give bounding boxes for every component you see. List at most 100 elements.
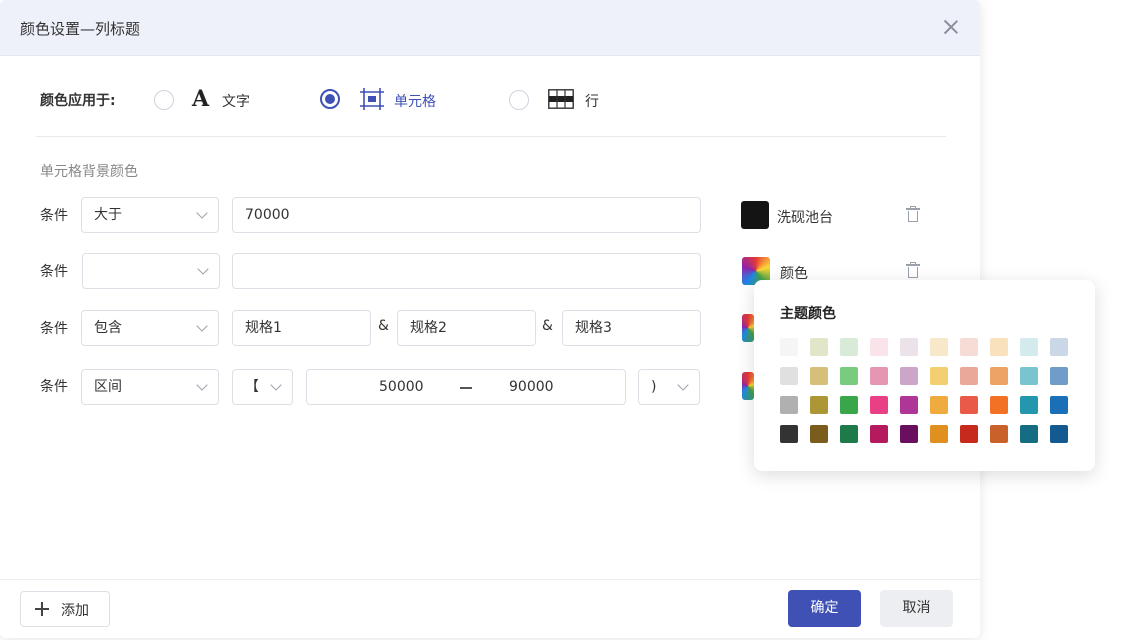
color-swatch[interactable] bbox=[930, 425, 948, 443]
condition-operator-select[interactable]: 大于 bbox=[81, 197, 219, 233]
color-swatch[interactable] bbox=[780, 396, 798, 414]
color-swatch[interactable] bbox=[870, 425, 888, 443]
color-name: 洗砚池台 bbox=[777, 210, 833, 226]
chevron-down-icon bbox=[197, 263, 209, 275]
color-swatch[interactable] bbox=[810, 367, 828, 385]
color-swatch[interactable] bbox=[960, 338, 978, 356]
radio-text[interactable] bbox=[154, 90, 174, 110]
trash-icon[interactable] bbox=[906, 206, 920, 222]
operator-value: 区间 bbox=[94, 379, 122, 395]
color-swatch[interactable] bbox=[900, 367, 918, 385]
trash-icon[interactable] bbox=[906, 262, 920, 278]
color-swatch[interactable] bbox=[870, 367, 888, 385]
cancel-button[interactable]: 取消 bbox=[880, 590, 953, 627]
range-to[interactable]: 90000 bbox=[509, 370, 554, 404]
color-swatch[interactable] bbox=[840, 367, 858, 385]
add-condition-button[interactable]: 添加 bbox=[20, 591, 110, 627]
condition-operator-select[interactable]: 包含 bbox=[81, 310, 219, 346]
theme-color-title: 主题颜色 bbox=[780, 306, 836, 322]
theme-color-popover: 主题颜色 bbox=[754, 280, 1095, 471]
chevron-down-icon bbox=[677, 379, 689, 391]
range-dash bbox=[460, 387, 472, 389]
apply-to-label: 颜色应用于: bbox=[40, 93, 116, 109]
amp-separator: & bbox=[378, 318, 389, 334]
close-icon[interactable] bbox=[940, 16, 962, 38]
rainbow-swatch-icon[interactable] bbox=[742, 372, 754, 400]
color-swatch[interactable] bbox=[1050, 425, 1068, 443]
color-swatch[interactable] bbox=[930, 338, 948, 356]
operator-value: 大于 bbox=[94, 207, 122, 223]
chevron-down-icon bbox=[196, 320, 208, 332]
operator-value: 包含 bbox=[94, 320, 122, 336]
color-swatch[interactable] bbox=[900, 338, 918, 356]
color-swatch[interactable] bbox=[930, 367, 948, 385]
color-swatch[interactable] bbox=[870, 338, 888, 356]
color-swatch[interactable] bbox=[1020, 396, 1038, 414]
color-swatch[interactable] bbox=[780, 425, 798, 443]
rainbow-swatch-icon[interactable] bbox=[742, 314, 754, 342]
color-swatch[interactable] bbox=[780, 338, 798, 356]
condition-operator-select[interactable]: 区间 bbox=[81, 369, 219, 405]
color-swatch[interactable] bbox=[810, 425, 828, 443]
option-text-label: 文字 bbox=[222, 94, 250, 110]
color-swatch[interactable] bbox=[930, 396, 948, 414]
color-swatch[interactable] bbox=[990, 338, 1008, 356]
range-from[interactable]: 50000 bbox=[379, 370, 424, 404]
color-swatch[interactable] bbox=[870, 396, 888, 414]
chevron-down-icon bbox=[196, 207, 208, 219]
dialog-header: 颜色设置—列标题 bbox=[0, 0, 980, 56]
color-swatch[interactable] bbox=[810, 338, 828, 356]
add-label: 添加 bbox=[61, 603, 89, 619]
spec-input-2[interactable]: 规格2 bbox=[397, 310, 536, 346]
radio-row[interactable] bbox=[509, 90, 529, 110]
color-swatch[interactable] bbox=[840, 425, 858, 443]
dialog-title: 颜色设置—列标题 bbox=[20, 20, 141, 38]
condition-value-input[interactable]: 70000 bbox=[232, 197, 701, 233]
spec-input-3[interactable]: 规格3 bbox=[562, 310, 701, 346]
confirm-button[interactable]: 确定 bbox=[788, 590, 861, 627]
color-swatch[interactable] bbox=[1020, 425, 1038, 443]
color-swatch[interactable] bbox=[990, 425, 1008, 443]
color-swatch[interactable] bbox=[1020, 367, 1038, 385]
radio-cell[interactable] bbox=[320, 89, 340, 109]
black-swatch-icon[interactable] bbox=[741, 201, 769, 229]
color-swatch[interactable] bbox=[990, 367, 1008, 385]
letter-a-icon: A bbox=[192, 86, 210, 112]
color-swatch[interactable] bbox=[1050, 338, 1068, 356]
color-swatch[interactable] bbox=[780, 367, 798, 385]
condition-label: 条件 bbox=[40, 208, 68, 224]
option-cell-label: 单元格 bbox=[394, 94, 436, 110]
color-swatch[interactable] bbox=[960, 425, 978, 443]
dialog-footer: 添加 确定 取消 bbox=[0, 579, 980, 638]
bracket-value: ) bbox=[651, 379, 657, 395]
plus-icon bbox=[35, 602, 49, 616]
color-swatch[interactable] bbox=[900, 396, 918, 414]
bracket-value: 【 bbox=[245, 379, 259, 395]
color-swatch[interactable] bbox=[1050, 396, 1068, 414]
color-swatch[interactable] bbox=[840, 396, 858, 414]
color-swatch[interactable] bbox=[960, 367, 978, 385]
row-icon bbox=[548, 89, 574, 113]
condition-label: 条件 bbox=[40, 321, 68, 337]
chevron-down-icon bbox=[196, 379, 208, 391]
right-bracket-select[interactable]: ) bbox=[638, 369, 700, 405]
condition-operator-select[interactable] bbox=[82, 253, 220, 289]
color-swatch[interactable] bbox=[960, 396, 978, 414]
color-swatch[interactable] bbox=[810, 396, 828, 414]
color-swatch[interactable] bbox=[900, 425, 918, 443]
spec-input-1[interactable]: 规格1 bbox=[232, 310, 371, 346]
chevron-down-icon bbox=[270, 379, 282, 391]
divider bbox=[36, 136, 946, 137]
color-swatch[interactable] bbox=[840, 338, 858, 356]
color-swatch[interactable] bbox=[1050, 367, 1068, 385]
cell-icon bbox=[360, 88, 384, 114]
color-swatch[interactable] bbox=[1020, 338, 1038, 356]
option-row-label: 行 bbox=[585, 94, 599, 110]
condition-label: 条件 bbox=[40, 264, 68, 280]
range-input[interactable]: 50000 90000 bbox=[306, 369, 626, 405]
section-label: 单元格背景颜色 bbox=[40, 164, 138, 180]
condition-label: 条件 bbox=[40, 379, 68, 395]
color-swatch[interactable] bbox=[990, 396, 1008, 414]
condition-value-input[interactable] bbox=[232, 253, 701, 289]
left-bracket-select[interactable]: 【 bbox=[232, 369, 293, 405]
